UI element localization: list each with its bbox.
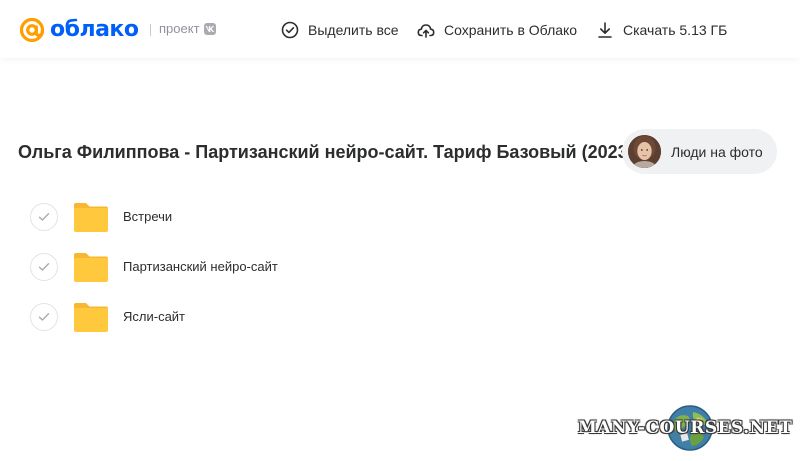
folder-name: Встречи	[123, 209, 173, 224]
folder-icon	[74, 303, 108, 332]
folder-icon	[74, 253, 108, 282]
vk-icon	[203, 23, 216, 35]
select-checkbox[interactable]	[30, 203, 58, 231]
save-to-cloud-label: Сохранить в Облако	[444, 22, 578, 38]
download-button[interactable]: Скачать 5.13 ГБ	[595, 19, 727, 41]
project-label[interactable]: проект	[159, 21, 216, 37]
project-text: проект	[159, 21, 200, 36]
select-checkbox[interactable]	[30, 303, 58, 331]
download-icon	[598, 22, 612, 38]
cloud-upload-icon	[417, 24, 435, 38]
watermark-text: MANY-COURSES.NET	[578, 418, 793, 438]
select-all-button[interactable]: Выделить все	[280, 19, 399, 41]
logo-divider	[150, 24, 151, 36]
avatar	[628, 135, 661, 168]
page-title: Ольга Филиппова - Партизанский нейро-сай…	[18, 142, 634, 162]
people-on-photo-label: Люди на фото	[671, 143, 763, 160]
app-header: облако проект Выделить все Сохранить в О…	[0, 0, 800, 58]
save-to-cloud-button[interactable]: Сохранить в Облако	[416, 19, 577, 41]
folder-name: Партизанский нейро-сайт	[123, 259, 278, 274]
list-item[interactable]: Партизанский нейро-сайт	[0, 246, 600, 288]
people-on-photo-button[interactable]: Люди на фото	[622, 129, 777, 174]
download-label: Скачать 5.13 ГБ	[623, 22, 728, 38]
checkmark-icon	[38, 313, 50, 321]
select-checkbox[interactable]	[30, 253, 58, 281]
watermark: MANY-COURSES.NET	[578, 404, 792, 452]
list-item[interactable]: Ясли-сайт	[0, 296, 600, 338]
check-circle-icon	[281, 21, 299, 39]
checkmark-icon	[38, 263, 50, 271]
checkmark-icon	[38, 213, 50, 221]
brand-name: облако	[50, 17, 139, 42]
folder-icon	[74, 203, 108, 232]
list-item[interactable]: Встречи	[0, 196, 600, 238]
at-sign-logo-icon	[19, 17, 45, 43]
folder-name: Ясли-сайт	[123, 309, 186, 324]
select-all-label: Выделить все	[308, 22, 399, 38]
brand-logo[interactable]: облако	[18, 15, 139, 45]
